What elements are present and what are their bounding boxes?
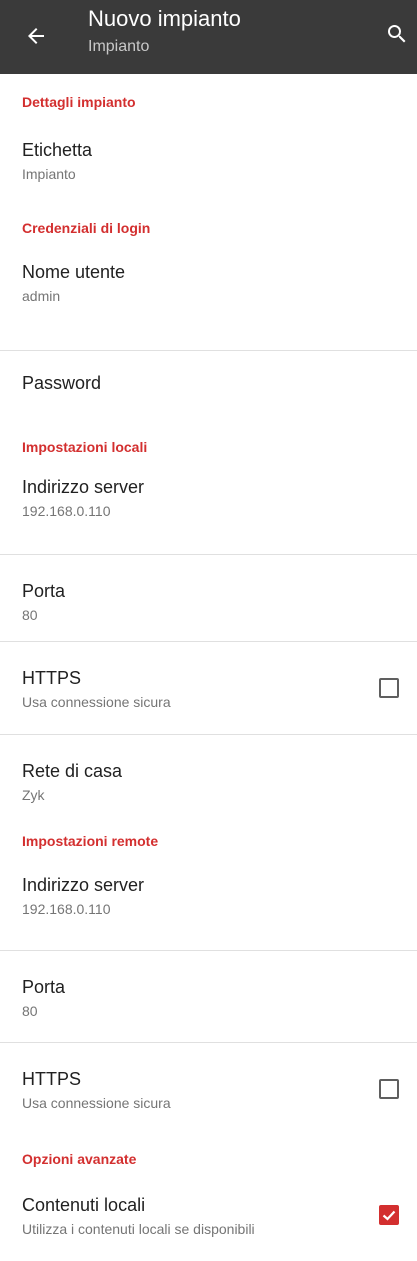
search-icon[interactable] bbox=[383, 20, 411, 48]
setting-local-port[interactable]: Porta 80 bbox=[0, 555, 417, 641]
page-subtitle: Impianto bbox=[88, 38, 150, 55]
setting-value: 80 bbox=[22, 1003, 38, 1019]
setting-title: Rete di casa bbox=[22, 761, 123, 781]
setting-summary: Utilizza i contenuti locali se disponibi… bbox=[22, 1221, 255, 1237]
setting-username[interactable]: Nome utente admin bbox=[0, 250, 417, 350]
setting-title: HTTPS bbox=[22, 1069, 82, 1089]
arrow-back-icon[interactable] bbox=[22, 22, 50, 50]
setting-remote-port[interactable]: Porta 80 bbox=[0, 951, 417, 1042]
remote-https-checkbox[interactable] bbox=[379, 1079, 399, 1099]
setting-title: Porta bbox=[22, 977, 66, 997]
setting-label[interactable]: Etichetta Impianto bbox=[0, 122, 417, 208]
local-content-checkbox[interactable] bbox=[379, 1205, 399, 1225]
setting-title: HTTPS bbox=[22, 668, 82, 688]
setting-title: Indirizzo server bbox=[22, 477, 145, 497]
setting-home-network[interactable]: Rete di casa Zyk bbox=[0, 735, 417, 823]
setting-local-server[interactable]: Indirizzo server 192.168.0.110 bbox=[0, 463, 417, 554]
app-bar: Nuovo impianto Impianto bbox=[0, 0, 417, 74]
setting-password[interactable]: Password bbox=[0, 351, 417, 417]
page-title: Nuovo impianto bbox=[88, 6, 241, 31]
setting-title: Etichetta bbox=[22, 140, 93, 160]
checkmark-icon bbox=[382, 1210, 396, 1221]
setting-remote-https[interactable]: HTTPS Usa connessione sicura bbox=[0, 1043, 417, 1135]
section-header-remote: Impostazioni remote bbox=[22, 833, 159, 849]
app-bar-titles: Nuovo impianto Impianto bbox=[88, 4, 241, 58]
setting-title: Indirizzo server bbox=[22, 875, 145, 895]
section-header-details: Dettagli impianto bbox=[22, 94, 136, 110]
setting-summary: Usa connessione sicura bbox=[22, 1095, 171, 1111]
setting-local-content[interactable]: Contenuti locali Utilizza i contenuti lo… bbox=[0, 1181, 417, 1261]
local-https-checkbox[interactable] bbox=[379, 678, 399, 698]
setting-title: Password bbox=[22, 373, 102, 393]
section-header-login: Credenziali di login bbox=[22, 220, 151, 236]
setting-remote-server[interactable]: Indirizzo server 192.168.0.110 bbox=[0, 861, 417, 950]
setting-local-https[interactable]: HTTPS Usa connessione sicura bbox=[0, 642, 417, 734]
setting-value: Impianto bbox=[22, 166, 76, 182]
setting-title: Nome utente bbox=[22, 262, 126, 282]
settings-list: Dettagli impianto Etichetta Impianto Cre… bbox=[0, 74, 417, 1261]
section-header-advanced: Opzioni avanzate bbox=[22, 1151, 137, 1167]
setting-value: Zyk bbox=[22, 787, 45, 803]
setting-value: 192.168.0.110 bbox=[22, 503, 111, 519]
setting-title: Contenuti locali bbox=[22, 1195, 146, 1215]
setting-title: Porta bbox=[22, 581, 66, 601]
setting-value: admin bbox=[22, 288, 61, 304]
section-header-local: Impostazioni locali bbox=[22, 439, 148, 455]
setting-value: 192.168.0.110 bbox=[22, 901, 111, 917]
setting-summary: Usa connessione sicura bbox=[22, 694, 171, 710]
setting-value: 80 bbox=[22, 607, 38, 623]
